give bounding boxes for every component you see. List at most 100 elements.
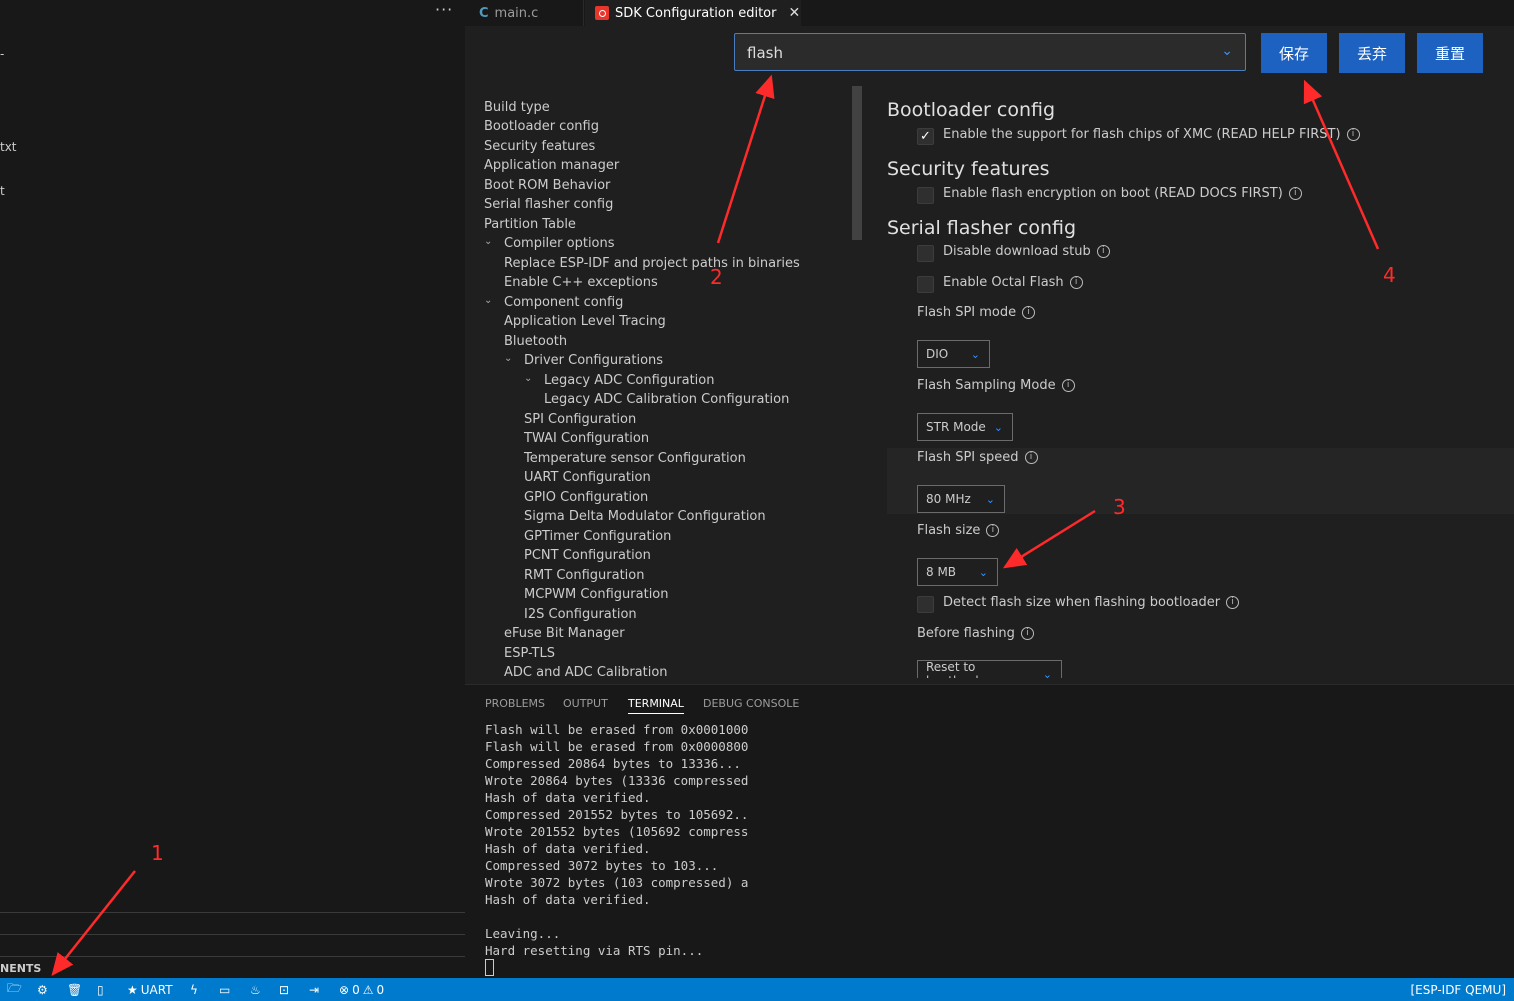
tab-output[interactable]: OUTPUT [563,697,608,710]
nav-item-boot-rom-behavior[interactable]: Boot ROM Behavior [484,178,610,194]
more-actions-icon[interactable]: ··· [435,0,453,19]
star-icon: ★ [127,982,138,997]
explorer-fragment[interactable]: txt [0,140,17,154]
tab-sdk-config-editor[interactable]: SDK Configuration editor ✕ [585,0,801,26]
nav-item-component-config[interactable]: Component config [504,295,623,311]
nav-item-driver-configurations[interactable]: Driver Configurations [524,353,663,369]
nav-item-sigma-delta[interactable]: Sigma Delta Modulator Configuration [524,509,766,525]
info-icon[interactable]: i [1226,596,1240,609]
nav-item-twai[interactable]: TWAI Configuration [524,431,649,447]
checkbox-xmc[interactable]: ✓ [917,128,934,145]
warning-count: 0 [376,982,385,997]
nav-item-cpp-exceptions[interactable]: Enable C++ exceptions [504,275,658,291]
chevron-down-icon[interactable]: ⌄ [504,353,512,364]
info-icon[interactable]: i [1288,187,1302,200]
nav-item-replace-paths[interactable]: Replace ESP-IDF and project paths in bin… [504,256,800,272]
divider [0,912,465,913]
select-value: 80 MHz [926,492,971,506]
fire-icon[interactable]: ♨ [250,978,261,1001]
nav-item-temperature-sensor[interactable]: Temperature sensor Configuration [524,451,746,467]
reset-button[interactable]: 重置 [1417,33,1483,73]
chevron-down-icon[interactable]: ⌄ [1221,43,1233,59]
flash-icon[interactable]: ϟ [190,978,198,1001]
terminal-line: Wrote 20864 bytes (13336 compressed [485,773,749,788]
search-box[interactable]: ⌄ [734,33,1246,71]
checkbox-detect-flash-size[interactable] [917,596,934,613]
select-value: 8 MB [926,565,957,579]
select-flash-spi-mode[interactable]: DIO ⌄ [917,340,990,368]
nav-item-partition-table[interactable]: Partition Table [484,217,576,233]
tab-terminal[interactable]: TERMINAL [628,697,684,714]
chip-icon[interactable]: ▯ [97,978,104,1001]
info-icon[interactable]: i [1096,245,1110,258]
info-icon[interactable]: i [1024,451,1038,464]
discard-button[interactable]: 丢弃 [1339,33,1405,73]
nav-item-gptimer[interactable]: GPTimer Configuration [524,529,671,545]
info-icon[interactable]: i [1061,379,1075,392]
checkbox-octal-flash[interactable] [917,276,934,293]
nav-item-pcnt[interactable]: PCNT Configuration [524,548,651,564]
terminal-output[interactable]: Flash will be erased from 0x0001000 Flash… [485,721,748,977]
terminal-prompt[interactable] [485,959,748,977]
terminal-line: Hard resetting via RTS pin... [485,943,704,958]
select-before-flashing[interactable]: Reset to bootloader ⌄ [917,660,1062,678]
search-input[interactable] [745,42,1209,64]
setting-xmc: Enable the support for flash chips of XM… [943,127,1360,142]
nav-item-security-features[interactable]: Security features [484,139,595,155]
terminal-icon[interactable]: ⊡ [279,978,289,1001]
trash-icon[interactable]: 🗑 [67,978,82,1001]
nav-item-mcpwm[interactable]: MCPWM Configuration [524,587,669,603]
nav-item-i2s[interactable]: I2S Configuration [524,607,637,623]
info-icon[interactable]: i [1020,627,1034,640]
qemu-status[interactable]: [ESP-IDF QEMU] [1410,978,1506,1001]
nav-item-compiler-options[interactable]: Compiler options [504,236,615,252]
nav-item-app-level-tracing[interactable]: Application Level Tracing [504,314,666,330]
setting-download-stub: Disable download stub i [943,244,1110,259]
nav-item-spi[interactable]: SPI Configuration [524,412,636,428]
gear-icon[interactable]: ⚙ [37,978,48,1001]
nav-item-rmt[interactable]: RMT Configuration [524,568,645,584]
tab-problems[interactable]: PROBLEMS [485,697,545,710]
chevron-down-icon[interactable]: ⌄ [484,236,492,247]
nav-item-uart[interactable]: UART Configuration [524,470,651,486]
components-section-header[interactable]: NENTS [0,962,41,975]
select-flash-sampling-mode[interactable]: STR Mode ⌄ [917,413,1013,441]
nav-item-build-type[interactable]: Build type [484,100,550,116]
info-icon[interactable]: i [1346,128,1360,141]
nav-item-serial-flasher-config[interactable]: Serial flasher config [484,197,613,213]
tab-debug-console[interactable]: DEBUG CONSOLE [703,697,799,710]
save-button[interactable]: 保存 [1261,33,1327,73]
info-icon[interactable]: i [986,524,1000,537]
monitor-icon[interactable]: ▭ [219,978,230,1001]
nav-item-legacy-adc[interactable]: Legacy ADC Configuration [544,373,714,389]
tab-label: SDK Configuration editor [615,5,777,21]
setting-octal-flash: Enable Octal Flash i [943,275,1083,290]
nav-item-bootloader-config[interactable]: Bootloader config [484,119,599,135]
checkbox-download-stub[interactable] [917,245,934,262]
info-icon[interactable]: i [1022,306,1036,319]
exit-icon[interactable]: ⇥ [309,978,319,1001]
tab-main-c[interactable]: C main.c [465,0,584,26]
nav-item-gpio[interactable]: GPIO Configuration [524,490,648,506]
folder-icon[interactable]: 🗁 [7,978,22,1001]
nav-item-adc-calibration[interactable]: ADC and ADC Calibration [504,665,668,681]
nav-item-legacy-adc-calibration[interactable]: Legacy ADC Calibration Configuration [544,392,789,408]
nav-item-esp-tls[interactable]: ESP-TLS [504,646,555,662]
nav-item-efuse[interactable]: eFuse Bit Manager [504,626,625,642]
problems-indicator[interactable]: ⊗ 0 ⚠ 0 [339,978,384,1001]
checkbox-flash-encryption[interactable] [917,187,934,204]
close-icon[interactable]: ✕ [788,5,800,21]
chevron-down-icon[interactable]: ⌄ [524,373,532,384]
info-icon[interactable]: i [1069,276,1083,289]
nav-item-bluetooth[interactable]: Bluetooth [504,334,567,350]
select-flash-spi-speed[interactable]: 80 MHz ⌄ [917,485,1005,513]
explorer-fragment[interactable]: - [0,47,4,61]
select-flash-size[interactable]: 8 MB ⌄ [917,558,998,586]
uart-button[interactable]: ★ UART [127,978,173,1001]
setting-label: Detect flash size when flashing bootload… [943,595,1221,610]
explorer-fragment[interactable]: t [0,184,5,198]
nav-item-application-manager[interactable]: Application manager [484,158,619,174]
chevron-down-icon[interactable]: ⌄ [484,295,492,306]
setting-detect-flash-size: Detect flash size when flashing bootload… [943,595,1240,610]
nav-scrollbar[interactable] [852,86,862,240]
